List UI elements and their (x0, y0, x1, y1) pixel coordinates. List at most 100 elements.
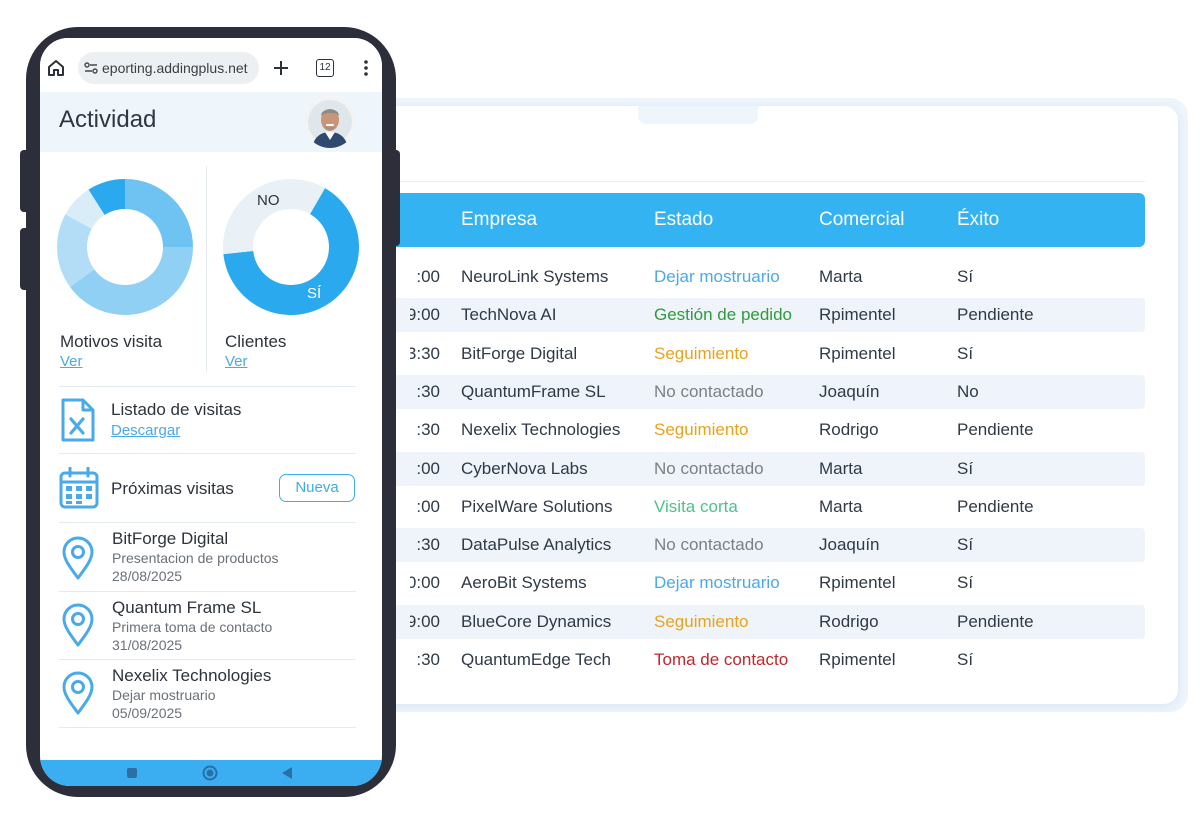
empresa-cell: DataPulse Analytics (461, 535, 612, 555)
table-row[interactable]: 3:30 BitForge Digital Seguimiento Rpimentel… (300, 337, 1145, 371)
empresa-cell: CyberNova Labs (461, 458, 588, 478)
chart-label-si: SÍ (307, 285, 322, 302)
comercial-cell: Marta (819, 496, 863, 516)
visit-company[interactable]: Quantum Frame SL (112, 598, 261, 618)
empresa-cell: NeuroLink Systems (461, 267, 609, 286)
table-row[interactable]: :00 NeuroLink Systems Dejar mostruario Mart… (300, 260, 1145, 294)
empresa-cell: QuantumEdge Tech (461, 650, 611, 669)
recents-icon[interactable] (126, 767, 138, 779)
new-tab-icon[interactable] (272, 59, 290, 77)
table-row[interactable]: :30 QuantumFrame SL No contactado Joaquín No (300, 374, 1145, 409)
comercial-cell: Marta (819, 458, 863, 478)
column-header-comercial[interactable]: Comercial (819, 193, 905, 247)
visit-date: 28/08/2025 (112, 568, 183, 584)
home-icon[interactable] (46, 58, 66, 78)
visit-date: 31/08/2025 (112, 637, 183, 653)
more-options-icon[interactable] (360, 58, 372, 78)
estado-cell: No contactado (654, 381, 764, 401)
exito-cell: Pendiente (957, 496, 1034, 516)
visit-reason: Dejar mostruario (112, 687, 216, 703)
excel-file-icon[interactable] (60, 397, 96, 443)
visit-reason: Primera toma de contacto (112, 619, 273, 635)
empresa-cell: BlueCore Dynamics (461, 611, 612, 631)
desktop-card-notch (638, 106, 758, 124)
table-row[interactable]: :30 Nexelix Technologies Seguimiento Rodrig… (300, 413, 1145, 447)
exito-cell: Sí (957, 573, 974, 593)
descargar-link[interactable]: Descargar (111, 422, 180, 439)
table-row[interactable]: :30 QuantumEdge Tech Toma de contacto Rpime… (300, 643, 1145, 677)
estado-cell: Gestión de pedido (654, 305, 792, 325)
empresa-cell: Nexelix Technologies (461, 420, 621, 440)
tab-count-button[interactable]: 12 (316, 59, 334, 77)
empresa-cell: TechNova AI (461, 305, 557, 325)
location-pin-icon (62, 671, 94, 715)
exito-cell: Pendiente (957, 305, 1034, 325)
exito-cell: Sí (957, 267, 974, 286)
url-text[interactable]: eporting.addingplus.net (102, 52, 248, 84)
clientes-link[interactable]: Ver (225, 353, 248, 370)
estado-cell: Dejar mostruario (654, 573, 780, 593)
visit-company[interactable]: Nexelix Technologies (112, 666, 271, 686)
location-pin-icon (62, 536, 94, 580)
estado-cell: Seguimiento (654, 420, 749, 440)
calendar-icon (59, 467, 99, 509)
table-row[interactable]: :30 DataPulse Analytics No contactado Joaqu… (300, 528, 1145, 563)
listado-visitas-label: Listado de visitas (111, 400, 242, 419)
divider (59, 522, 356, 523)
divider (59, 591, 356, 592)
nueva-visita-button[interactable]: Nueva (279, 474, 355, 502)
divider (59, 386, 356, 387)
comercial-cell: Marta (819, 267, 863, 286)
visit-date: 05/09/2025 (112, 705, 183, 721)
comercial-cell: Rpimentel (819, 305, 896, 325)
divider (59, 727, 356, 728)
exito-cell: Pendiente (957, 611, 1034, 631)
phone-screen: eporting.addingplus.net 12 Actividad NO … (40, 38, 382, 786)
proximas-visitas-label: Próximas visitas (111, 479, 234, 498)
comercial-cell: Rodrigo (819, 611, 879, 631)
estado-cell: Seguimiento (654, 343, 749, 363)
exito-cell: Sí (957, 535, 974, 555)
exito-cell: No (957, 381, 979, 401)
location-pin-icon (62, 603, 94, 647)
column-header-empresa[interactable]: Empresa (461, 193, 537, 247)
user-avatar-image (304, 96, 356, 148)
table-row[interactable]: :00 PixelWare Solutions Visita corta Marta P… (300, 490, 1145, 524)
home-nav-icon[interactable] (202, 765, 218, 781)
visit-reason: Presentacion de productos (112, 550, 279, 566)
exito-cell: Pendiente (957, 420, 1034, 440)
clientes-label: Clientes (225, 332, 287, 351)
empresa-cell: AeroBit Systems (461, 573, 587, 593)
comercial-cell: Rpimentel (819, 343, 896, 363)
estado-cell: Toma de contacto (654, 650, 789, 669)
avatar[interactable] (304, 96, 356, 148)
motivos-visita-chart[interactable] (55, 177, 195, 317)
comercial-cell: Rpimentel (819, 650, 896, 669)
empresa-cell: PixelWare Solutions (461, 496, 613, 516)
table-row[interactable]: :00 CyberNova Labs No contactado Marta Sí (300, 451, 1145, 486)
site-settings-icon[interactable] (83, 60, 99, 76)
table-header (300, 193, 1145, 247)
clientes-chart[interactable] (221, 177, 361, 317)
column-header-exito[interactable]: Éxito (957, 193, 999, 247)
back-icon[interactable] (280, 766, 294, 780)
comercial-cell: Joaquín (819, 381, 880, 401)
column-header-estado[interactable]: Estado (654, 193, 713, 247)
estado-cell: Dejar mostruario (654, 267, 780, 286)
estado-cell: No contactado (654, 535, 764, 555)
motivos-visita-link[interactable]: Ver (60, 353, 83, 370)
motivos-visita-label: Motivos visita (60, 332, 163, 351)
chart-label-no: NO (257, 192, 280, 209)
empresa-cell: BitForge Digital (461, 343, 578, 363)
comercial-cell: Joaquín (819, 535, 880, 555)
page-title: Actividad (59, 106, 157, 133)
table-row[interactable]: 9:00 TechNova AI Gestión de pedido Rpimente… (300, 298, 1145, 333)
visit-company[interactable]: BitForge Digital (112, 529, 228, 549)
comercial-cell: Rodrigo (819, 420, 879, 440)
table-row[interactable]: 9:00 BlueCore Dynamics Seguimiento Rodrigo P… (300, 604, 1145, 639)
exito-cell: Sí (957, 343, 974, 363)
estado-cell: Seguimiento (654, 611, 749, 631)
exito-cell: Sí (957, 650, 974, 669)
table-row[interactable]: 0:00 AeroBit Systems Dejar mostruario Rpime… (300, 566, 1145, 600)
divider (59, 453, 356, 454)
